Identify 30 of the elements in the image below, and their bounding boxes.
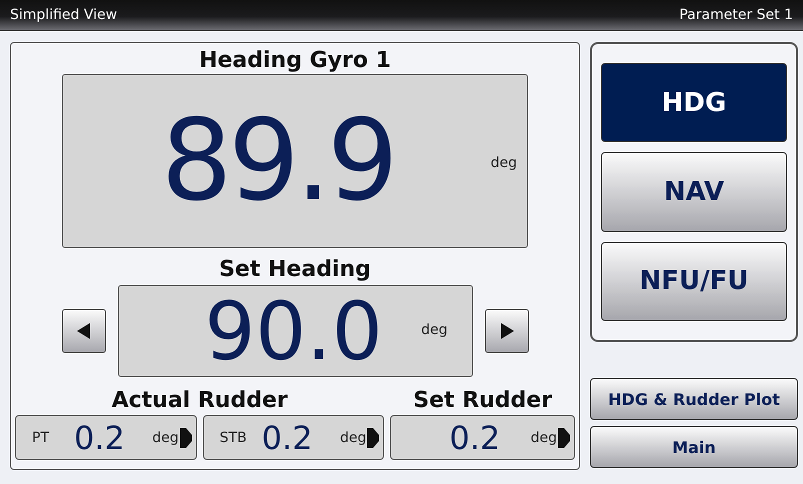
indicator-icon [367, 428, 380, 448]
increase-button[interactable] [484, 309, 528, 353]
page-link-button[interactable]: Main [590, 426, 798, 468]
unit-label: deg [421, 322, 448, 338]
indicator-icon [558, 428, 570, 448]
right-arrow-icon [500, 323, 514, 339]
mode-button[interactable]: NFU/FU [601, 242, 787, 321]
rudder-value: 0.2 [262, 418, 314, 456]
indicator-icon [180, 428, 192, 448]
parameter-set-label: Parameter Set 1 [679, 7, 793, 23]
page-link-button[interactable]: HDG & Rudder Plot [590, 378, 798, 420]
heading-label: Heading Gyro 1 [199, 48, 391, 74]
unit-label: deg [530, 430, 557, 446]
unit-label: deg [490, 155, 517, 171]
window-title: Simplified View [10, 7, 118, 23]
heading-value: 89.9 [161, 96, 394, 226]
left-arrow-icon [76, 323, 90, 339]
side-label: PT [32, 430, 50, 446]
rudder-label: Set Rudder [413, 387, 552, 415]
rudder-value: 0.2 [74, 418, 126, 456]
mode-button[interactable]: HDG [601, 63, 787, 142]
set-heading-label: Set Heading [219, 257, 371, 283]
decrease-button[interactable] [62, 309, 106, 353]
set-heading-value: 90.0 [204, 284, 383, 378]
unit-label: deg [340, 430, 366, 446]
rudder-value: 0.2 [449, 418, 502, 456]
mode-button[interactable]: NAV [601, 152, 787, 232]
rudder-label: Actual Rudder [112, 387, 288, 415]
side-label: STB [220, 430, 248, 446]
unit-label: deg [152, 430, 179, 446]
